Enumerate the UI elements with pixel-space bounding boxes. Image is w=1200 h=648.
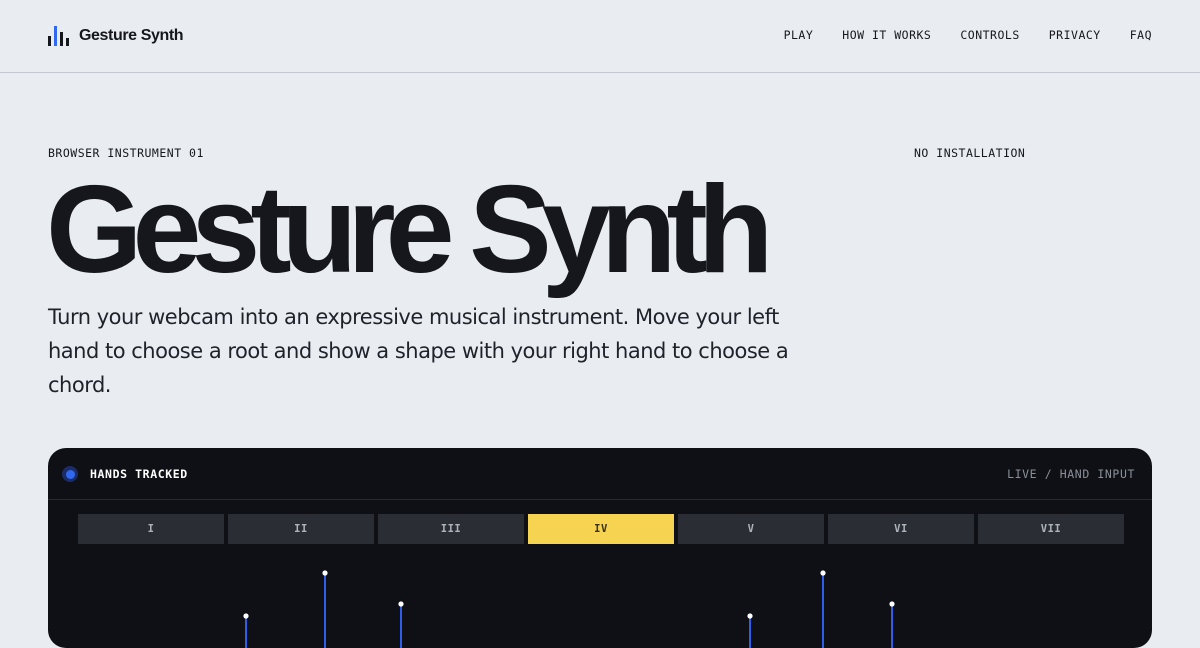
nav-link-play[interactable]: PLAY: [784, 28, 814, 42]
main-nav: PLAY HOW IT WORKS CONTROLS PRIVACY FAQ: [784, 28, 1152, 42]
eyebrow-left: BROWSER INSTRUMENT 01: [48, 146, 204, 160]
input-mode-label: LIVE / HAND INPUT: [1007, 467, 1135, 481]
chord-button-i[interactable]: I: [78, 514, 224, 544]
instrument-panel: HANDS TRACKED LIVE / HAND INPUT I II III…: [48, 448, 1152, 648]
hand-landmarks-visual: [243, 570, 895, 648]
panel-header: HANDS TRACKED LIVE / HAND INPUT: [48, 448, 1152, 500]
bars-icon: [48, 26, 69, 46]
eyebrow-right: NO INSTALLATION: [914, 146, 1026, 160]
brand-name: Gesture Synth: [79, 27, 184, 44]
page-title: Gesture Synth: [46, 161, 774, 299]
hero-lead: Turn your webcam into an expressive musi…: [48, 305, 789, 397]
chord-selector: I II III IV V VI VII: [78, 514, 1124, 544]
chord-button-iii[interactable]: III: [378, 514, 524, 544]
tracking-indicator-icon: [62, 466, 78, 482]
chord-button-vii[interactable]: VII: [978, 514, 1124, 544]
nav-link-controls[interactable]: CONTROLS: [960, 28, 1019, 42]
tracking-status: HANDS TRACKED: [90, 467, 188, 481]
site-header: Gesture Synth PLAY HOW IT WORKS CONTROLS…: [0, 0, 1200, 73]
chord-button-vi[interactable]: VI: [828, 514, 974, 544]
chord-button-ii[interactable]: II: [228, 514, 374, 544]
nav-link-faq[interactable]: FAQ: [1130, 28, 1152, 42]
chord-button-v[interactable]: V: [678, 514, 824, 544]
nav-link-privacy[interactable]: PRIVACY: [1049, 28, 1101, 42]
brand-logo[interactable]: Gesture Synth: [48, 24, 184, 48]
chord-button-iv[interactable]: IV: [528, 514, 674, 544]
nav-link-how-it-works[interactable]: HOW IT WORKS: [842, 28, 931, 42]
